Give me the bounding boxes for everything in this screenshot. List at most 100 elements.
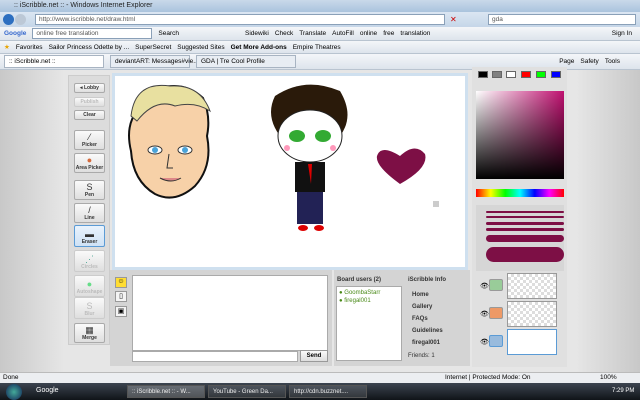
send-button[interactable]: Send	[300, 350, 328, 362]
publish-button[interactable]: Publish	[74, 97, 105, 107]
eye-icon[interactable]: 👁	[480, 338, 489, 346]
swatch-red[interactable]	[521, 71, 531, 78]
info-header: iScribble Info	[408, 277, 447, 283]
google-deskbar[interactable]: Google	[36, 387, 59, 394]
task-iscribble[interactable]: :: iScribble.net :: - W...	[127, 385, 205, 398]
hue-slider[interactable]	[476, 189, 564, 197]
pen-icon: S	[86, 182, 93, 192]
favorite-link[interactable]: Suggested Sites	[177, 44, 224, 51]
info-panel: iScribble Info Home Gallery FAQs Guideli…	[404, 270, 470, 366]
tool-panel: ◂ Lobby Publish Clear ⁄ Picker ● Area Pick…	[68, 75, 110, 345]
heart-drawing	[376, 148, 426, 184]
layer-thumbnail[interactable]	[507, 273, 557, 299]
favorite-link[interactable]: Empire Theatres	[293, 44, 341, 51]
drawing-canvas[interactable]	[115, 76, 465, 267]
drawing-canvas-frame	[112, 73, 468, 270]
swatch-gray[interactable]	[492, 71, 502, 78]
safety-menu[interactable]: Safety	[580, 58, 598, 65]
chat-input[interactable]	[132, 351, 298, 362]
autofill-button[interactable]: AutoFill	[332, 30, 354, 37]
task-buzznet[interactable]: http://cdn.buzznet....	[289, 385, 367, 398]
favorite-link[interactable]: Get More Add-ons	[231, 44, 287, 51]
line-tool[interactable]: / Line	[74, 203, 105, 223]
autoshape-tool[interactable]: ● Autoshape	[74, 275, 105, 297]
blur-tool[interactable]: S Blur	[74, 297, 105, 319]
merge-button[interactable]: ▦ Merge	[74, 323, 105, 343]
document-icon[interactable]: ▯	[115, 291, 127, 302]
eye-icon[interactable]: 👁	[480, 310, 489, 318]
translate-button[interactable]: Translate	[299, 30, 326, 37]
forward-button[interactable]	[15, 14, 26, 25]
highlight-free[interactable]: free	[383, 30, 394, 37]
area-picker-icon: ●	[86, 155, 93, 165]
clear-button[interactable]: Clear	[74, 110, 105, 120]
sidewiki-button[interactable]: Sidewiki	[245, 30, 269, 37]
home-link[interactable]: Home	[412, 292, 429, 298]
zoom-level[interactable]: 100%	[600, 374, 617, 381]
profile-link[interactable]: firegal001	[412, 340, 440, 346]
tab-iscribble[interactable]: :: iScribble.net ::	[4, 55, 104, 68]
tools-menu[interactable]: Tools	[605, 58, 620, 65]
picker-tool[interactable]: ⁄ Picker	[74, 130, 105, 150]
swatch-white[interactable]	[506, 71, 516, 78]
taskbar: Google :: iScribble.net :: - W... YouTub…	[0, 383, 640, 400]
task-youtube[interactable]: YouTube - Green Da...	[208, 385, 286, 398]
sign-in-button[interactable]: Sign In	[612, 30, 632, 37]
status-bar: Done Internet | Protected Mode: On 100%	[0, 372, 640, 383]
layer-toggle[interactable]	[489, 279, 503, 291]
tab-gda[interactable]: GDA | Tre Cool Profile	[196, 55, 296, 68]
pen-tool[interactable]: S Pen	[74, 180, 105, 200]
lobby-button[interactable]: ◂ Lobby	[74, 83, 105, 93]
google-search-input[interactable]: online free translation	[32, 28, 153, 39]
color-layer-panel: 👁 👁 👁	[472, 67, 567, 367]
eyedropper-icon: ⁄	[88, 132, 91, 142]
search-field[interactable]: gda	[488, 14, 636, 25]
clock: 7:29 PM	[612, 388, 635, 394]
swatch-blue[interactable]	[551, 71, 561, 78]
guidelines-link[interactable]: Guidelines	[412, 328, 443, 334]
gallery-link[interactable]: Gallery	[412, 304, 432, 310]
user-item[interactable]: ● GoombaStarr	[339, 289, 399, 297]
swatch-black[interactable]	[478, 71, 488, 78]
blur-icon: S	[86, 301, 93, 311]
merge-icon: ▦	[85, 325, 94, 335]
lock-icon[interactable]: ▣	[115, 306, 127, 317]
smiley-icon[interactable]: ☺	[115, 277, 127, 288]
check-button[interactable]: Check	[275, 30, 293, 37]
highlight-translation[interactable]: translation	[400, 30, 430, 37]
stop-icon[interactable]: ✕	[450, 15, 457, 24]
favorites-button[interactable]: Favorites	[16, 44, 43, 51]
favorite-link[interactable]: SuperSecret	[135, 44, 171, 51]
circles-tool[interactable]: ⋰ Circles	[74, 250, 105, 272]
url-field[interactable]: http://www.iscribble.net/draw.html	[35, 14, 445, 25]
friends-count: Friends: 1	[408, 353, 435, 359]
faqs-link[interactable]: FAQs	[412, 316, 428, 322]
highlight-online[interactable]: online	[360, 30, 377, 37]
start-button[interactable]	[6, 384, 22, 400]
face-drawing	[128, 84, 212, 199]
layer-toggle[interactable]	[489, 335, 503, 347]
layer-thumbnail-active[interactable]	[507, 329, 557, 355]
back-button[interactable]	[3, 14, 14, 25]
chat-log	[132, 275, 328, 351]
layer-toggle[interactable]	[489, 307, 503, 319]
page-menu[interactable]: Page	[559, 58, 574, 65]
brush-size-picker[interactable]	[476, 205, 564, 271]
security-zone: Internet | Protected Mode: On	[445, 374, 531, 381]
eye-icon[interactable]: 👁	[480, 282, 489, 290]
eraser-icon: ▬	[85, 229, 94, 239]
star-icon: ★	[4, 44, 10, 51]
status-text: Done	[3, 374, 19, 381]
user-list: ● GoombaStarr ● firegal001	[336, 286, 402, 361]
layer-thumbnail[interactable]	[507, 301, 557, 327]
tab-deviantart[interactable]: deviantART: Messages#vie...	[110, 55, 199, 68]
area-picker-tool[interactable]: ● Area Picker	[74, 153, 105, 173]
chibi-drawing	[271, 84, 348, 231]
swatch-green[interactable]	[536, 71, 546, 78]
favorite-link[interactable]: Sailor Princess Odette by ...	[49, 44, 130, 51]
saturation-value-picker[interactable]	[476, 91, 564, 179]
user-item[interactable]: ● firegal001	[339, 297, 399, 305]
circles-icon: ⋰	[85, 254, 94, 264]
eraser-tool[interactable]: ▬ Eraser	[74, 225, 105, 247]
google-search-button[interactable]: Search	[158, 30, 179, 37]
